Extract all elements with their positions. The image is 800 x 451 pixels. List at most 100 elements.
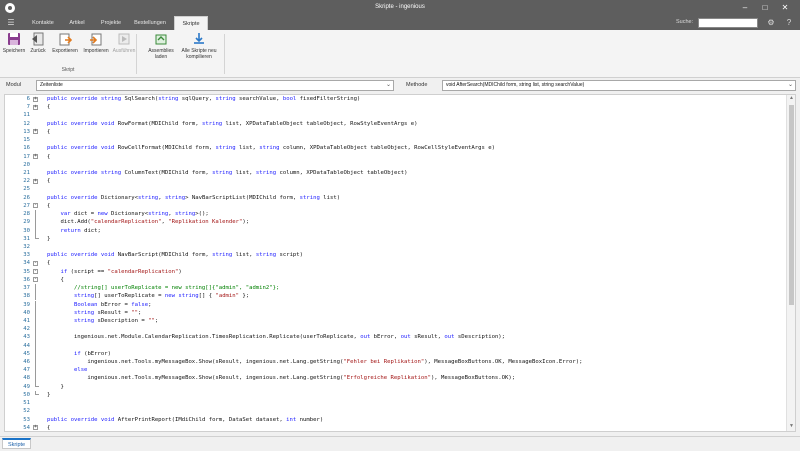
line-number: 44 (23, 342, 30, 349)
zurück-button[interactable]: Zurück (28, 32, 48, 62)
tab-skripte[interactable]: Skripte (174, 16, 208, 30)
code-line[interactable]: 41 string sDescription = ""; (5, 316, 785, 326)
code-line[interactable]: 37 //string[] userToReplicate = new stri… (5, 284, 785, 293)
code-line[interactable]: 21 public override string ColumnText(MDIC… (5, 169, 785, 177)
maximize-icon[interactable]: □ (758, 2, 772, 14)
scroll-up-icon[interactable]: ▲ (787, 95, 795, 103)
tab-bestellungen[interactable]: Bestellungen (130, 16, 170, 30)
expand-icon[interactable]: + (33, 154, 38, 160)
code-text: ingenious.net.Module.CalendarReplication… (47, 334, 506, 341)
expand-icon[interactable]: + (33, 96, 38, 102)
code-line[interactable]: 38 string[] userToReplicate = new string… (5, 292, 785, 301)
line-number: 38 (23, 293, 30, 300)
back-icon (31, 32, 45, 46)
code-line[interactable]: 20 (5, 161, 785, 169)
expand-icon[interactable]: + (33, 178, 38, 184)
expand-icon[interactable]: + (33, 425, 38, 431)
importieren-button[interactable]: Importieren (82, 32, 110, 62)
line-number: 6 (26, 96, 30, 102)
code-line[interactable]: 44 (5, 341, 785, 350)
code-line[interactable]: 45 if (bError) (5, 349, 785, 359)
line-number: 22 (23, 178, 30, 185)
scrollbar-thumb[interactable] (789, 105, 794, 305)
code-line[interactable]: 36- { (5, 276, 785, 284)
code-line[interactable]: 32 (5, 243, 785, 251)
code-text: { (47, 128, 51, 135)
line-number: 20 (23, 161, 30, 168)
code-line[interactable]: 15 (5, 136, 785, 144)
code-text: { (47, 104, 51, 111)
code-line[interactable]: 16 public override void RowCellFormat(MDI… (5, 144, 785, 152)
speichern-button[interactable]: Speichern (2, 32, 26, 62)
assemblies-laden-button[interactable]: Assemblies laden (146, 32, 176, 62)
tab-kontakte[interactable]: Kontakte (26, 16, 60, 30)
line-number: 41 (23, 317, 30, 324)
code-line[interactable]: 25 (5, 185, 785, 193)
quick-access-icon[interactable]: ☰ (6, 18, 16, 28)
code-editor[interactable]: 6 + public override string SqlSearch(strin… (4, 94, 796, 432)
ausführen-button[interactable]: Ausführen (112, 32, 136, 62)
tab-artikel[interactable]: Artikel (64, 16, 90, 30)
code-line[interactable]: 33 public override void NavBarScript(MDIC… (5, 251, 785, 259)
code-line[interactable]: 40 string sResult = ""; (5, 308, 785, 317)
code-line[interactable]: 31} (5, 234, 785, 243)
code-line[interactable]: 47 else (5, 366, 785, 375)
code-line[interactable]: 17 + { (5, 153, 785, 161)
title-bar: Skripte - ingenious – □ ✕ (0, 0, 800, 16)
code-line[interactable]: 22 + { (5, 177, 785, 185)
collapse-icon[interactable]: - (33, 277, 38, 283)
code-line[interactable]: 30 return dict; (5, 226, 785, 235)
expand-icon[interactable]: + (33, 104, 38, 110)
modul-select[interactable]: Zeitenliste ⌄ (36, 80, 394, 91)
code-line[interactable]: 7 + { (5, 103, 785, 111)
code-line[interactable]: 12 public override void RowFormat(MDIChil… (5, 120, 785, 128)
exportieren-button[interactable]: Exportieren (50, 32, 80, 62)
code-line[interactable]: 13 + { (5, 128, 785, 136)
code-line[interactable]: 53 public override void AfterPrintReport(… (5, 416, 785, 424)
collapse-icon[interactable]: - (33, 269, 38, 275)
code-text: { (47, 153, 51, 160)
collapse-icon[interactable]: - (33, 260, 38, 266)
ribbon-group-label: Skript (61, 67, 75, 73)
minimize-icon[interactable]: – (738, 2, 752, 14)
line-number: 52 (23, 408, 30, 415)
code-line[interactable]: 11 (5, 111, 785, 119)
vertical-scrollbar[interactable]: ▲ ▼ (786, 95, 795, 431)
code-line[interactable]: 43 ingenious.net.Module.CalendarReplicat… (5, 333, 785, 342)
line-number: 39 (23, 301, 30, 308)
collapse-icon[interactable]: - (33, 203, 38, 209)
document-tab-skripte[interactable]: Skripte (2, 438, 32, 449)
code-line[interactable]: 51 (5, 399, 785, 407)
line-number: 28 (23, 211, 30, 218)
ribbon-group-separator (224, 34, 225, 74)
code-line[interactable]: 26 public override Dictionary<string, str… (5, 194, 785, 202)
code-line[interactable]: 46 ingenious.net.Tools.myMessageBox.Show… (5, 358, 785, 367)
fold-guide (35, 210, 36, 219)
code-line[interactable]: 48 ingenious.net.Tools.myMessageBox.Show… (5, 374, 785, 383)
code-line[interactable]: 27- { (5, 202, 785, 210)
code-text: public override void RowCellFormat(MDICh… (47, 145, 496, 152)
status-bar: Skripte (0, 436, 800, 450)
code-line[interactable]: 49 } (5, 382, 785, 391)
code-line[interactable]: 6 + public override string SqlSearch(strin… (5, 95, 785, 103)
close-icon[interactable]: ✕ (778, 2, 792, 14)
code-line[interactable]: 52 (5, 407, 785, 415)
code-line[interactable]: 54 + { (5, 424, 785, 431)
scroll-down-icon[interactable]: ▼ (787, 423, 795, 431)
code-line[interactable]: 39 Boolean bError = false; (5, 300, 785, 309)
code-line[interactable]: 34- { (5, 259, 785, 267)
search-input[interactable] (698, 18, 758, 28)
code-line[interactable]: 42 (5, 325, 785, 334)
code-text: { (47, 424, 51, 431)
settings-icon[interactable]: ⚙ (766, 18, 776, 28)
code-line[interactable]: 35- if (script == "calendarReplication") (5, 268, 785, 276)
search-label: Suche: (676, 19, 694, 25)
methode-select[interactable]: void AfterSearch(MDIChild form, string l… (442, 80, 796, 91)
code-line[interactable]: 29 dict.Add("calendarReplication", "Repl… (5, 218, 785, 227)
code-line[interactable]: 28 var dict = new Dictionary<string, str… (5, 210, 785, 219)
help-icon[interactable]: ? (784, 18, 794, 28)
tab-projekte[interactable]: Projekte (94, 16, 128, 30)
code-line[interactable]: 50} (5, 390, 785, 399)
alle-skripte-neu-kompilieren-button[interactable]: Alle Skripte neu kompilieren (176, 32, 222, 62)
expand-icon[interactable]: + (33, 129, 38, 135)
